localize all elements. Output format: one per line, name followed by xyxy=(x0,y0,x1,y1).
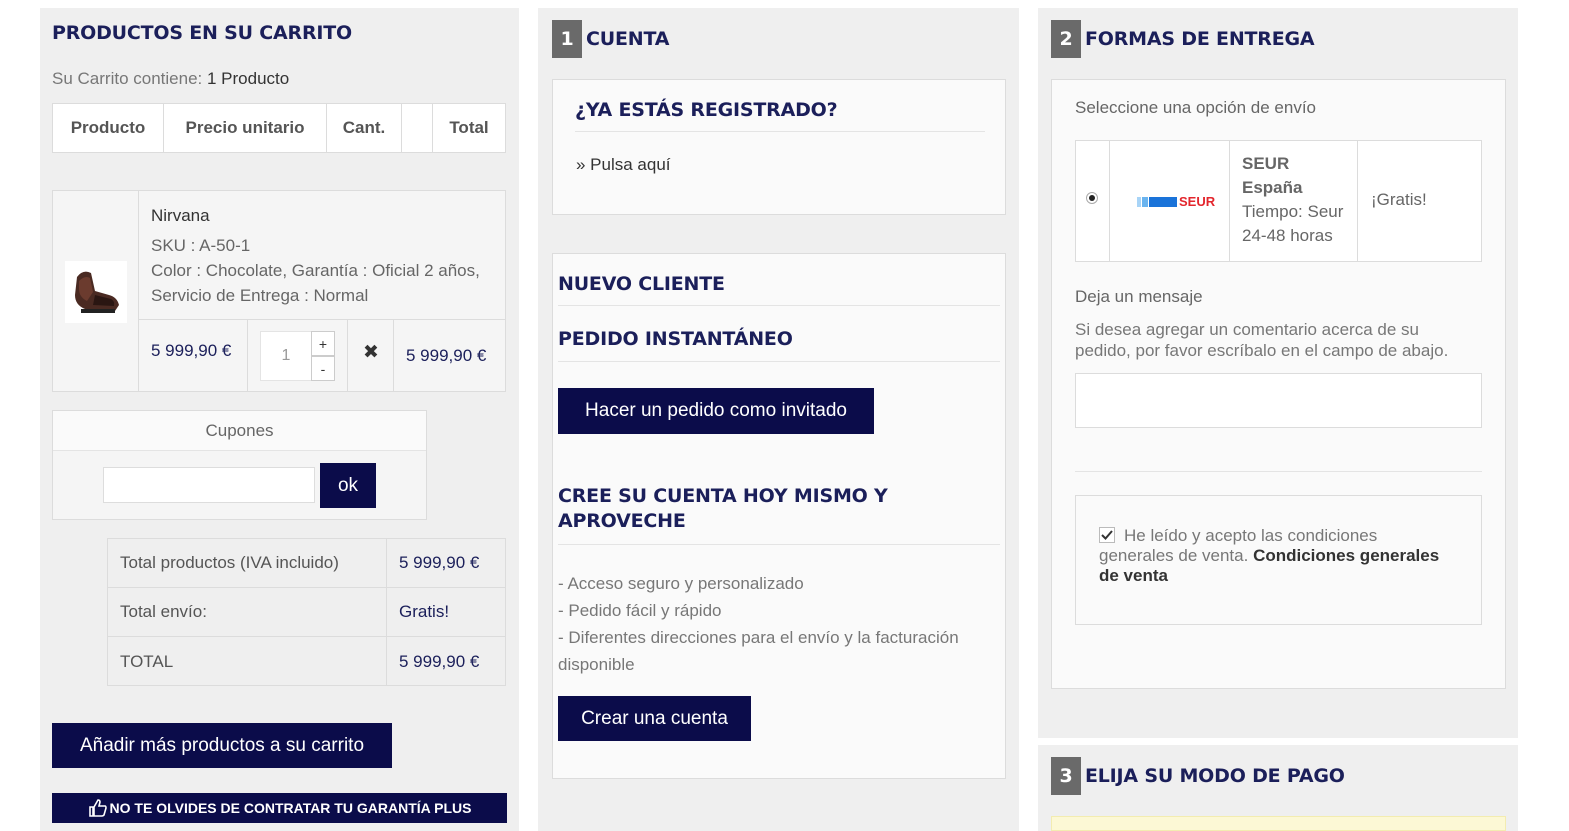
benefit-item: - Pedido fácil y rápido xyxy=(558,601,722,620)
payment-title: ELIJA SU MODO DE PAGO xyxy=(1085,765,1345,787)
thumbs-up-icon xyxy=(88,799,107,817)
product-name[interactable]: Nirvana xyxy=(151,206,210,226)
cart-table-header: Producto Precio unitario Cant. Total xyxy=(52,103,506,153)
coupons-box: Cupones ok xyxy=(52,410,427,520)
product-attributes-1: Color : Chocolate, Garantía : Oficial 2 … xyxy=(151,261,480,280)
registered-title: ¿YA ESTÁS REGISTRADO? xyxy=(575,99,838,121)
header-unit-price: Precio unitario xyxy=(164,104,327,152)
carrier-radio[interactable] xyxy=(1086,192,1098,204)
carrier-price: ¡Gratis! xyxy=(1371,190,1427,209)
totals-value: 5 999,90 € xyxy=(399,651,480,671)
terms-text-2: generales de venta. xyxy=(1099,546,1249,565)
product-thumbnail[interactable] xyxy=(65,261,127,323)
coupons-label: Cupones xyxy=(53,411,426,451)
quantity-stepper: 1 + - xyxy=(260,331,335,381)
terms-link-1[interactable]: Condiciones generales xyxy=(1253,546,1439,565)
delivery-title: FORMAS DE ENTREGA xyxy=(1085,28,1315,50)
quantity-input[interactable]: 1 xyxy=(261,332,311,380)
terms-text-line2: generales de venta. Condiciones generale… xyxy=(1099,546,1439,566)
product-sku: SKU : A-50-1 xyxy=(151,236,251,255)
carrier-name-1: SEUR xyxy=(1242,154,1290,173)
terms-text-1: He leído y acepto las condiciones xyxy=(1124,526,1378,545)
message-hint-2: pedido, por favor escríbalo en el campo … xyxy=(1075,341,1449,360)
warranty-banner-text: NO TE OLVIDES DE CONTRATAR TU GARANTÍA P… xyxy=(109,800,472,816)
cart-summary: Su Carrito contiene: 1 Producto xyxy=(52,69,289,89)
totals-row-products: Total productos (IVA incluido) 5 999,90 … xyxy=(108,539,505,588)
new-client-title: NUEVO CLIENTE xyxy=(558,273,725,295)
message-label: Deja un mensaje xyxy=(1075,287,1203,306)
step-number: 3 xyxy=(1051,757,1081,795)
line-total: 5 999,90 € xyxy=(406,346,487,365)
seur-logo: SEUR xyxy=(1137,194,1215,209)
guest-order-button[interactable]: Hacer un pedido como invitado xyxy=(558,388,874,434)
message-hint-1: Si desea agregar un comentario acerca de… xyxy=(1075,320,1419,339)
add-more-products-button[interactable]: Añadir más productos a su carrito xyxy=(52,723,392,768)
message-textarea[interactable] xyxy=(1075,373,1482,428)
payment-step-heading: 3 ELIJA SU MODO DE PAGO xyxy=(1051,757,1345,795)
cart-title: PRODUCTOS EN SU CARRITO xyxy=(52,22,352,44)
carrier-time-2: 24-48 horas xyxy=(1242,226,1333,245)
cart-totals: Total productos (IVA incluido) 5 999,90 … xyxy=(107,538,506,686)
shipping-select-label: Seleccione una opción de envío xyxy=(1075,98,1317,117)
qty-plus-button[interactable]: + xyxy=(311,331,335,356)
terms-checkbox[interactable] xyxy=(1099,527,1115,543)
carrier-name-2: España xyxy=(1242,178,1303,197)
totals-value: 5 999,90 € xyxy=(399,553,480,572)
totals-row-total: TOTAL 5 999,90 € xyxy=(108,637,505,686)
coupon-ok-button[interactable]: ok xyxy=(320,463,376,508)
account-title: CUENTA xyxy=(586,28,670,50)
qty-minus-button[interactable]: - xyxy=(311,356,335,381)
totals-value: Gratis! xyxy=(399,602,450,621)
header-total: Total xyxy=(449,118,489,137)
seur-logo-text: SEUR xyxy=(1179,194,1216,209)
carrier-option[interactable]: SEUR SEUR España Tiempo: Seur 24-48 hora… xyxy=(1075,140,1482,262)
instant-order-title: PEDIDO INSTANTÁNEO xyxy=(558,328,793,350)
benefit-item: - Acceso seguro y personalizado xyxy=(558,574,804,593)
create-account-title-2: APROVECHE xyxy=(558,510,686,532)
payment-notice xyxy=(1051,816,1506,831)
coupon-input[interactable] xyxy=(103,467,315,503)
terms-link-2[interactable]: de venta xyxy=(1099,566,1168,586)
product-attributes-2: Servicio de Entrega : Normal xyxy=(151,286,369,305)
header-quantity: Cant. xyxy=(327,104,402,152)
step-number: 2 xyxy=(1051,20,1081,58)
benefit-item: disponible xyxy=(558,655,635,674)
cart-contains-value: 1 Producto xyxy=(206,69,290,88)
remove-icon[interactable]: ✖ xyxy=(349,341,393,364)
delivery-step-heading: 2 FORMAS DE ENTREGA xyxy=(1051,20,1315,58)
checkmark-icon xyxy=(1101,530,1113,540)
header-remove xyxy=(402,104,433,152)
totals-label: TOTAL xyxy=(108,637,387,686)
unit-price: 5 999,90 € xyxy=(151,341,232,360)
totals-label: Total productos (IVA incluido) xyxy=(108,539,387,587)
login-link[interactable]: » Pulsa aquí xyxy=(576,155,671,175)
account-step-heading: 1 CUENTA xyxy=(552,20,669,58)
header-product: Producto xyxy=(53,104,164,152)
totals-label: Total envío: xyxy=(108,588,387,636)
warranty-banner[interactable]: NO TE OLVIDES DE CONTRATAR TU GARANTÍA P… xyxy=(52,793,507,823)
cart-contains-label: Su Carrito contiene: xyxy=(52,69,203,88)
cart-item: Nirvana SKU : A-50-1 Color : Chocolate, … xyxy=(52,190,506,392)
create-account-title-1: CREE SU CUENTA HOY MISMO Y xyxy=(558,485,888,507)
massage-chair-image xyxy=(75,271,119,313)
step-number: 1 xyxy=(552,20,582,58)
benefit-item: - Diferentes direcciones para el envío y… xyxy=(558,628,959,647)
totals-row-shipping: Total envío: Gratis! xyxy=(108,588,505,637)
create-account-button[interactable]: Crear una cuenta xyxy=(558,696,751,741)
carrier-time-1: Tiempo: Seur xyxy=(1242,202,1344,221)
